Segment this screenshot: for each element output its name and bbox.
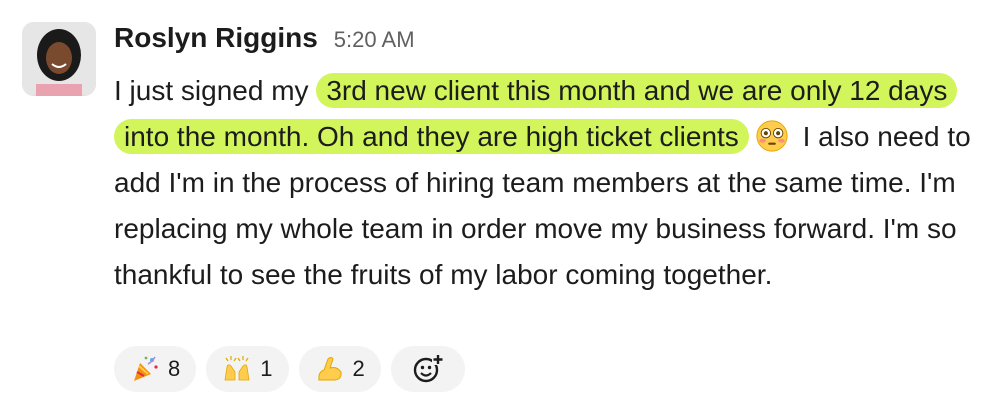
- author-name[interactable]: Roslyn Riggins: [114, 22, 318, 54]
- flushed-face-icon: [756, 120, 788, 152]
- party-popper-icon: [134, 356, 158, 381]
- reaction-count: 2: [352, 356, 365, 381]
- raising-hands-icon: [224, 356, 250, 381]
- timestamp[interactable]: 5:20 AM: [334, 27, 415, 53]
- reaction-count: 8: [168, 356, 181, 381]
- message-text-before: I just signed my: [114, 75, 317, 106]
- add-reaction-button[interactable]: [390, 346, 465, 392]
- message-header: Roslyn Riggins 5:20 AM: [114, 22, 415, 54]
- avatar-image: [22, 22, 96, 96]
- avatar[interactable]: [22, 22, 96, 96]
- reaction-bar: 8 1 2: [114, 346, 465, 392]
- reaction-raising-hands[interactable]: 1: [206, 346, 289, 392]
- flexed-biceps-icon: [317, 357, 342, 381]
- reaction-flexed-biceps[interactable]: 2: [298, 346, 381, 392]
- add-reaction-icon: [413, 354, 444, 383]
- reaction-count: 1: [260, 356, 273, 381]
- message-body: I just signed my 3rd new client this mon…: [114, 68, 974, 298]
- chat-message: Roslyn Riggins 5:20 AM I just signed my …: [0, 0, 1000, 416]
- reaction-party-popper[interactable]: 8: [114, 346, 197, 392]
